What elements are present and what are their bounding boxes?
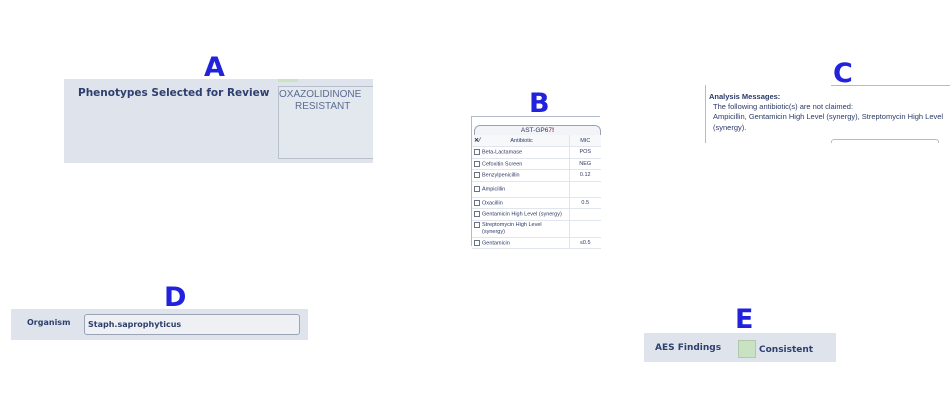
sort-toggle-icon[interactable]: ✕⁄	[474, 138, 480, 144]
row-checkbox[interactable]	[474, 185, 480, 192]
phenotype-item-line1: OXAZOLIDINONE	[279, 89, 362, 100]
table-header-row: ✕⁄ Antibiotic MIC	[472, 135, 601, 147]
panel-letter-c: C	[833, 58, 853, 89]
analysis-message-line: The following antibiotic(s) are not clai…	[713, 102, 854, 111]
table-row[interactable]: Beta-Lactamase POS	[472, 146, 601, 159]
row-checkbox[interactable]	[474, 211, 480, 218]
aes-findings-label: AES Findings	[655, 343, 722, 353]
phenotypes-panel: Phenotypes Selected for Review OXAZOLIDI…	[64, 79, 373, 163]
analysis-message-line: Ampicillin, Gentamicin High Level (syner…	[713, 112, 944, 121]
table-row[interactable]: Gentamicin High Level (synergy)	[472, 208, 601, 221]
aes-status-swatch	[738, 340, 756, 358]
row-checkbox[interactable]	[474, 149, 480, 156]
row-checkbox[interactable]	[474, 239, 480, 246]
mic-value: 0.5	[568, 197, 601, 209]
mic-value	[568, 181, 601, 198]
ast-card-label: AST-GP67	[520, 127, 552, 134]
antibiotic-name: Cefoxitin Screen	[482, 160, 523, 167]
table-row[interactable]: Cefoxitin Screen NEG	[472, 158, 601, 170]
panel-letter-e: E	[735, 304, 754, 335]
mic-value	[568, 220, 601, 238]
antibiotic-column-header[interactable]: ✕⁄ Antibiotic	[472, 135, 569, 147]
mic-value: NEG	[568, 158, 601, 170]
organism-panel: Organism Staph.saprophyticus	[11, 309, 308, 340]
analysis-messages-panel: Analysis Messages: The following antibio…	[705, 85, 950, 143]
table-row[interactable]: Benzylpenicillin 0.12	[472, 169, 601, 182]
mic-value: POS	[568, 146, 601, 159]
table-row[interactable]: Gentamicin ≤0.5	[472, 237, 601, 249]
antibiotic-name-cont: (synergy)	[482, 228, 505, 235]
table-row[interactable]: Ampicillin	[472, 181, 601, 198]
antibiotic-name: Gentamicin	[482, 239, 510, 246]
row-checkbox[interactable]	[474, 222, 480, 228]
tab-ast-card[interactable]: AST-GP67!	[474, 125, 601, 135]
divider	[831, 85, 950, 86]
alert-icon: !	[551, 127, 555, 134]
table-row[interactable]: Streptomycin High Level (synergy)	[472, 220, 601, 238]
antibiotic-name: Gentamicin High Level (synergy)	[482, 211, 562, 218]
panel-letter-d: D	[164, 282, 187, 313]
phenotypes-heading: Phenotypes Selected for Review	[78, 87, 270, 99]
panel-letter-b: B	[529, 88, 550, 119]
panel-letter-a: A	[204, 52, 225, 83]
organism-label: Organism	[27, 318, 71, 327]
aes-findings-panel: AES Findings Consistent	[644, 333, 836, 362]
phenotype-item-line2: RESISTANT	[295, 101, 351, 112]
antibiotic-table: ✕⁄ Antibiotic MIC Beta-Lactamase POS Cef…	[472, 135, 601, 249]
table-row[interactable]: Oxacillin 0.5	[472, 197, 601, 209]
antibiotic-name: Ampicillin	[482, 186, 506, 193]
aes-findings-value: Consistent	[759, 345, 814, 355]
mic-value	[568, 208, 601, 221]
ast-card-panel: AST-GP67! ✕⁄ Antibiotic MIC Beta-Lactama…	[471, 116, 601, 249]
antibiotic-name: Benzylpenicillin	[482, 172, 520, 179]
mic-value: ≤0.5	[568, 237, 601, 249]
antibiotic-name: Streptomycin High Level	[482, 222, 542, 228]
analysis-message-line: (synergy).	[713, 123, 747, 132]
antibiotic-name: Oxacillin	[482, 199, 503, 206]
phenotype-list[interactable]: OXAZOLIDINONE RESISTANT	[278, 86, 373, 159]
organism-field[interactable]: Staph.saprophyticus	[84, 314, 300, 335]
divider	[831, 139, 939, 143]
phenotype-status-tab	[278, 79, 298, 82]
analysis-messages-title: Analysis Messages:	[709, 92, 781, 101]
row-checkbox[interactable]	[474, 160, 480, 167]
mic-column-header[interactable]: MIC	[568, 135, 601, 147]
row-checkbox[interactable]	[474, 199, 480, 206]
row-checkbox[interactable]	[474, 172, 480, 179]
mic-value: 0.12	[568, 169, 601, 182]
antibiotic-name: Beta-Lactamase	[482, 149, 523, 156]
